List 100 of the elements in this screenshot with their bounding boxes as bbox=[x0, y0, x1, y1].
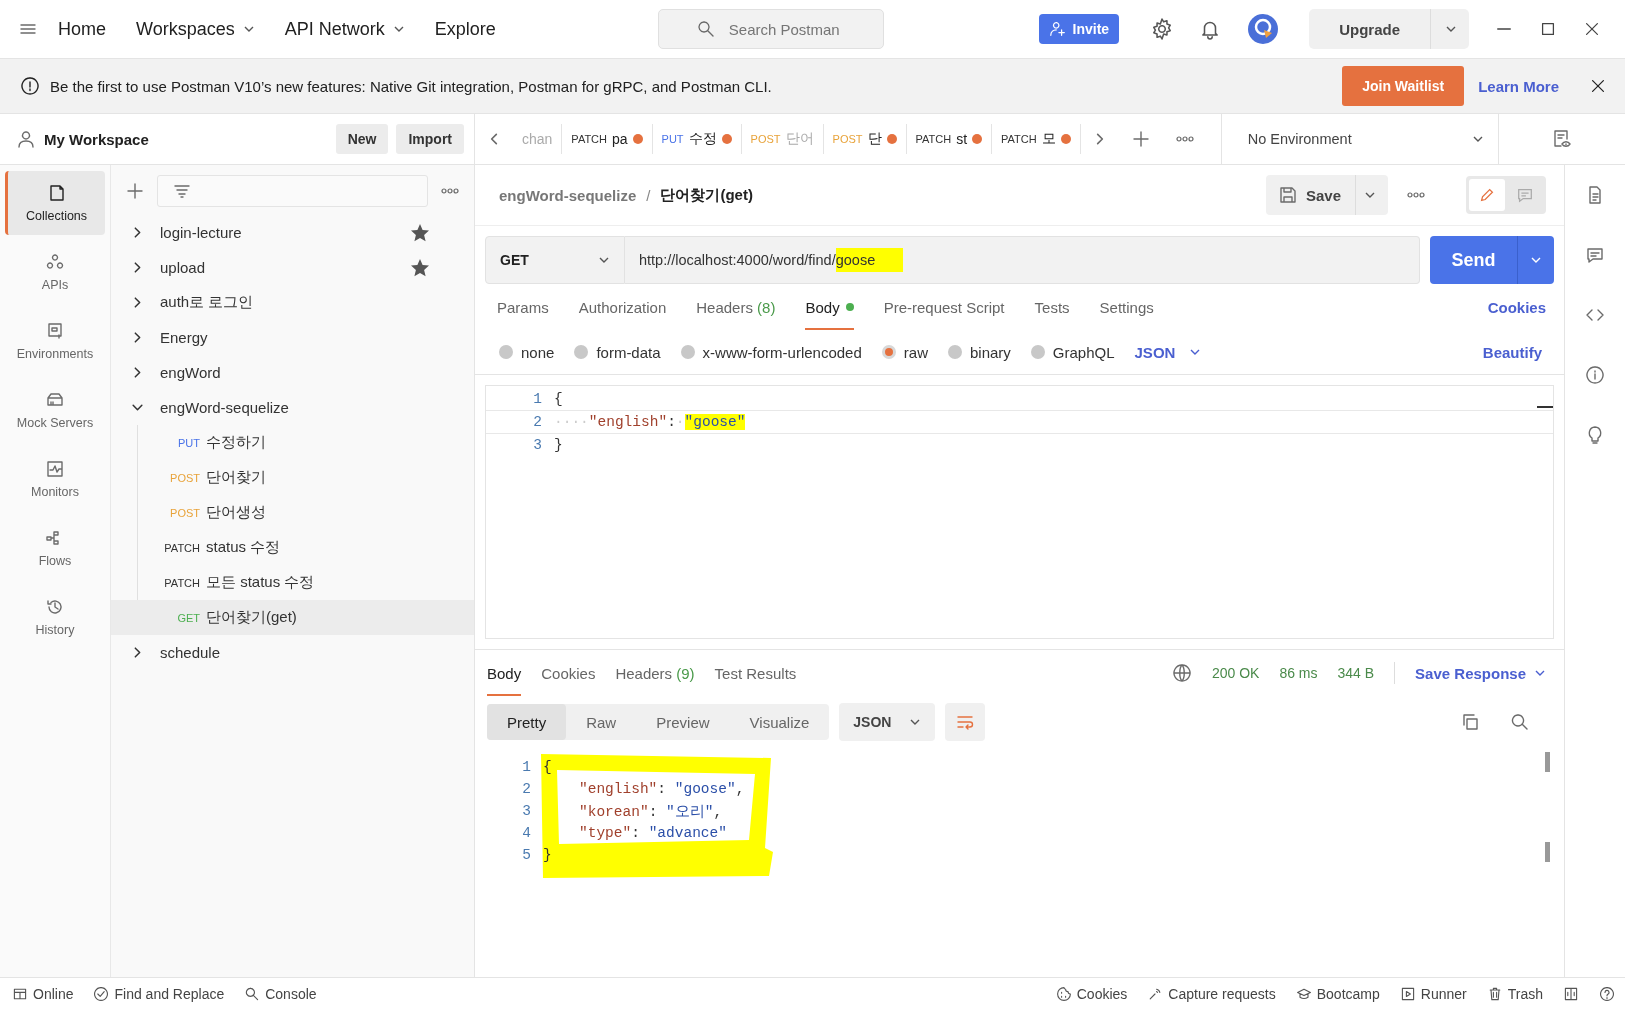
status-bar-item[interactable]: Runner bbox=[1399, 986, 1467, 1002]
collection-item[interactable]: engWord bbox=[111, 355, 474, 390]
method-dropdown[interactable]: GET bbox=[485, 236, 625, 284]
close-icon[interactable] bbox=[1583, 20, 1601, 38]
search-icon[interactable] bbox=[1510, 712, 1530, 732]
request-tab[interactable]: PUT 수정 bbox=[652, 124, 742, 154]
add-icon[interactable] bbox=[1130, 129, 1151, 149]
sidebar-tab[interactable]: Mock Servers bbox=[5, 378, 105, 442]
request-tab[interactable]: PATCH 모 bbox=[992, 124, 1081, 154]
learn-more-link[interactable]: Learn More bbox=[1478, 77, 1559, 95]
body-type-radio[interactable]: x-www-form-urlencoded bbox=[680, 343, 862, 361]
scrollbar-thumb[interactable] bbox=[1537, 406, 1553, 408]
request-item[interactable]: PATCH 모든 status 수정 bbox=[111, 565, 474, 600]
view-mode-tab[interactable]: Preview bbox=[636, 704, 730, 740]
request-section-tab[interactable]: Settings bbox=[1099, 284, 1154, 330]
request-section-tab[interactable]: Params bbox=[497, 284, 549, 330]
beautify-link[interactable]: Beautify bbox=[1482, 343, 1542, 361]
sidebar-tab[interactable]: History bbox=[5, 585, 105, 649]
avatar-icon[interactable] bbox=[1247, 13, 1280, 45]
request-tab[interactable]: PATCH st bbox=[906, 124, 993, 154]
comment-icon[interactable] bbox=[1585, 245, 1605, 265]
nav-link[interactable]: API Network bbox=[284, 18, 405, 40]
add-icon[interactable] bbox=[125, 181, 145, 201]
request-section-tab[interactable]: Headers (8) bbox=[696, 284, 776, 330]
body-type-radio[interactable]: GraphQL bbox=[1030, 343, 1115, 361]
more-icon[interactable] bbox=[440, 187, 460, 195]
status-bar-item[interactable]: Bootcamp bbox=[1295, 986, 1380, 1002]
new-button[interactable]: New bbox=[335, 124, 389, 154]
invite-button[interactable]: Invite bbox=[1038, 14, 1120, 44]
scrollbar-thumb[interactable] bbox=[1545, 842, 1550, 862]
status-bar-item[interactable]: Trash bbox=[1486, 986, 1543, 1002]
status-bar-item[interactable]: Online bbox=[12, 986, 74, 1002]
collection-breadcrumb[interactable]: engWord-sequelize bbox=[499, 186, 637, 204]
request-section-tab[interactable]: Authorization bbox=[578, 284, 667, 330]
copy-icon[interactable] bbox=[1460, 712, 1480, 732]
view-mode-tab[interactable]: Raw bbox=[566, 704, 637, 740]
maximize-icon[interactable] bbox=[1539, 20, 1557, 38]
collection-item[interactable]: Energy bbox=[111, 320, 474, 355]
request-section-tab[interactable]: Pre-request Script bbox=[883, 284, 1005, 330]
sidebar-tab[interactable]: APIs bbox=[5, 240, 105, 304]
request-section-tab[interactable]: Tests bbox=[1034, 284, 1070, 330]
body-type-radio[interactable]: binary bbox=[947, 343, 1011, 361]
environment-quick-look-icon[interactable] bbox=[1551, 129, 1572, 149]
info-icon[interactable] bbox=[1585, 365, 1605, 385]
collection-item[interactable]: auth로 로그인 bbox=[111, 285, 474, 320]
response-tab[interactable]: Body bbox=[487, 650, 522, 696]
filter-field[interactable] bbox=[157, 175, 428, 207]
collection-item[interactable]: upload bbox=[111, 250, 474, 285]
response-tab[interactable]: Test Results bbox=[714, 650, 797, 696]
sidebar-tab[interactable]: Monitors bbox=[5, 447, 105, 511]
search-field[interactable]: Search Postman bbox=[657, 9, 884, 49]
close-icon[interactable] bbox=[1589, 77, 1607, 95]
more-icon[interactable] bbox=[1406, 191, 1426, 199]
cookies-link[interactable]: Cookies bbox=[1487, 298, 1546, 316]
collection-item[interactable]: engWord-sequelize bbox=[111, 390, 474, 425]
environment-dropdown[interactable]: No Environment bbox=[1220, 114, 1499, 164]
save-button[interactable]: Save bbox=[1265, 175, 1388, 215]
request-item[interactable]: POST 단어생성 bbox=[111, 495, 474, 530]
code-editor[interactable]: 1 { 2 ····"english":·"goose" 3 } bbox=[485, 385, 1554, 639]
format-dropdown[interactable]: JSON bbox=[839, 703, 936, 741]
request-section-tab[interactable]: Body bbox=[805, 284, 854, 330]
status-bar-item[interactable]: Console bbox=[244, 986, 317, 1002]
view-mode-tab[interactable]: Pretty bbox=[487, 704, 567, 740]
nav-link[interactable]: Workspaces bbox=[136, 18, 255, 40]
settings-icon[interactable] bbox=[1151, 18, 1174, 40]
format-dropdown[interactable]: JSON bbox=[1134, 343, 1202, 361]
sidebar-tab[interactable]: Environments bbox=[5, 309, 105, 373]
two-pane-icon[interactable] bbox=[1563, 986, 1579, 1002]
response-tab[interactable]: Cookies bbox=[541, 650, 596, 696]
help-icon[interactable] bbox=[1599, 986, 1615, 1002]
scrollbar-thumb[interactable] bbox=[1545, 752, 1550, 772]
status-bar-item[interactable]: Find and Replace bbox=[93, 986, 225, 1002]
star-icon[interactable] bbox=[410, 257, 430, 278]
status-bar-item[interactable]: Cookies bbox=[1055, 986, 1128, 1002]
collection-item[interactable]: schedule bbox=[111, 635, 474, 670]
globe-icon[interactable] bbox=[1171, 663, 1192, 683]
sidebar-tab[interactable]: Flows bbox=[5, 516, 105, 580]
request-tab[interactable]: PATCH pa bbox=[562, 124, 653, 154]
request-item[interactable]: PUT 수정하기 bbox=[111, 425, 474, 460]
wrap-lines-button[interactable] bbox=[945, 703, 986, 741]
status-bar-item[interactable]: Capture requests bbox=[1147, 986, 1276, 1002]
url-field[interactable]: http://localhost:4000/word/find/goose bbox=[625, 236, 1420, 284]
nav-link[interactable]: Explore bbox=[434, 18, 496, 40]
nav-link[interactable]: Home bbox=[58, 18, 106, 40]
more-icon[interactable] bbox=[1174, 135, 1195, 143]
collection-item[interactable]: login-lecture bbox=[111, 215, 474, 250]
save-response-dropdown[interactable]: Save Response bbox=[1415, 664, 1546, 682]
body-type-radio[interactable]: none bbox=[499, 343, 555, 361]
send-button[interactable]: Send bbox=[1430, 236, 1554, 284]
star-icon[interactable] bbox=[410, 222, 430, 243]
view-mode-tab[interactable]: Visualize bbox=[729, 704, 830, 740]
edit-icon[interactable] bbox=[1469, 179, 1505, 211]
request-item[interactable]: PATCH status 수정 bbox=[111, 530, 474, 565]
upgrade-button[interactable]: Upgrade bbox=[1309, 9, 1469, 49]
request-item[interactable]: POST 단어찾기 bbox=[111, 460, 474, 495]
import-button[interactable]: Import bbox=[396, 124, 464, 154]
request-item[interactable]: GET 단어찾기(get) bbox=[111, 600, 474, 635]
body-type-radio[interactable]: raw bbox=[881, 343, 928, 361]
request-tab[interactable]: POST 단 bbox=[823, 124, 907, 154]
response-tab[interactable]: Headers (9) bbox=[615, 650, 695, 696]
